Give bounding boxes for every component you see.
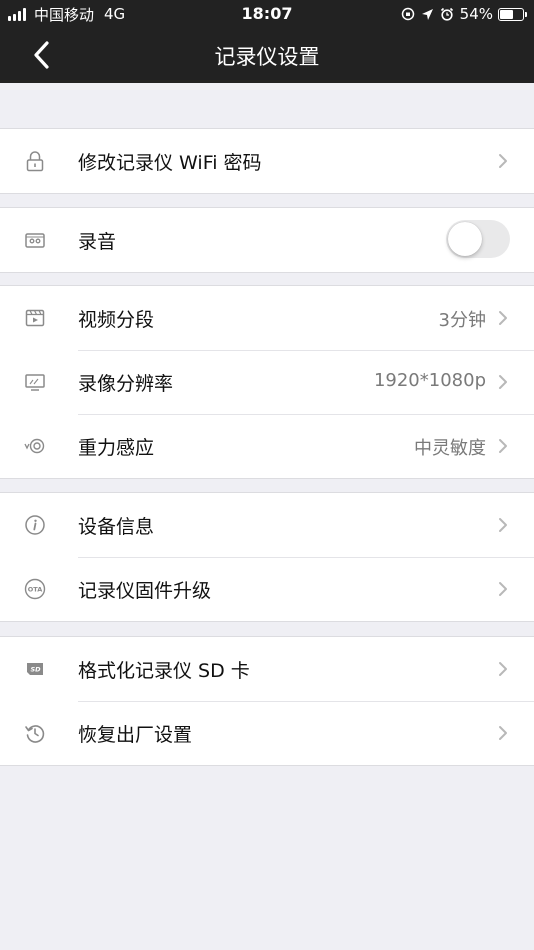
row-video-segment[interactable]: 视频分段 3分钟 xyxy=(0,286,534,350)
gravity-sensor-icon xyxy=(24,438,45,454)
row-label: 记录仪固件升级 xyxy=(78,580,212,602)
row-value: 3分钟 xyxy=(438,310,486,331)
row-value: 1920*1080p xyxy=(373,370,486,391)
row-label: 重力感应 xyxy=(78,437,155,459)
video-clip-icon xyxy=(25,309,45,327)
ota-icon-text: OTA xyxy=(28,586,43,594)
top-bar: 中国移动 4G 18:07 54% 记录仪设置 xyxy=(0,0,534,83)
row-gravity-sensor[interactable]: 重力感应 中灵敏度 xyxy=(0,414,534,478)
cassette-icon xyxy=(25,233,45,248)
row-label: 设备信息 xyxy=(78,516,155,538)
chevron-right-icon xyxy=(499,439,507,453)
row-label: 视频分段 xyxy=(78,309,155,331)
toggle-knob xyxy=(448,222,482,256)
settings-group-device: 设备信息 OTA 记录仪固件升级 xyxy=(0,492,534,622)
settings-group-storage: SD 格式化记录仪 SD 卡 恢复出厂设置 xyxy=(0,636,534,766)
row-audio-recording: 录音 xyxy=(0,208,534,272)
battery-icon xyxy=(498,7,527,21)
chevron-right-icon xyxy=(499,726,507,740)
ota-icon: OTA xyxy=(24,578,46,600)
chevron-right-icon xyxy=(499,311,507,325)
chevron-right-icon xyxy=(499,662,507,676)
nav-bar: 记录仪设置 xyxy=(0,28,534,83)
row-label: 格式化记录仪 SD 卡 xyxy=(78,660,250,682)
chevron-right-icon xyxy=(499,375,507,389)
settings-group-video: 视频分段 3分钟 录像分辨率 1920*1080p 重力感应 中灵敏度 xyxy=(0,285,534,479)
chevron-right-icon xyxy=(499,154,507,168)
status-right: 54% xyxy=(401,4,527,24)
info-icon xyxy=(25,515,45,535)
settings-group-wifi: 修改记录仪 WiFi 密码 xyxy=(0,128,534,194)
settings-group-audio: 录音 xyxy=(0,207,534,273)
alarm-icon xyxy=(440,7,453,21)
page-title: 记录仪设置 xyxy=(214,45,320,69)
row-video-resolution[interactable]: 录像分辨率 1920*1080p xyxy=(0,350,534,414)
location-arrow-icon xyxy=(421,8,433,20)
row-label: 录音 xyxy=(78,231,117,253)
restore-icon xyxy=(25,725,45,743)
chevron-right-icon xyxy=(499,518,507,532)
row-wifi-password[interactable]: 修改记录仪 WiFi 密码 xyxy=(0,129,534,193)
lock-icon xyxy=(26,151,44,172)
chevron-right-icon xyxy=(499,582,507,596)
row-format-sd[interactable]: SD 格式化记录仪 SD 卡 xyxy=(0,637,534,701)
status-bar: 中国移动 4G 18:07 54% xyxy=(0,0,534,28)
battery-percent: 54% xyxy=(459,5,493,23)
sd-icon-text: SD xyxy=(30,666,41,674)
monitor-icon xyxy=(25,374,45,391)
audio-toggle[interactable] xyxy=(446,220,510,258)
sd-card-icon: SD xyxy=(27,663,43,675)
row-device-info[interactable]: 设备信息 xyxy=(0,493,534,557)
row-label: 录像分辨率 xyxy=(78,373,174,395)
row-factory-reset[interactable]: 恢复出厂设置 xyxy=(0,701,534,765)
rotation-lock-icon xyxy=(401,7,414,21)
row-firmware-upgrade[interactable]: OTA 记录仪固件升级 xyxy=(0,557,534,621)
row-value: 中灵敏度 xyxy=(414,438,486,459)
row-label: 修改记录仪 WiFi 密码 xyxy=(78,152,262,174)
row-label: 恢复出厂设置 xyxy=(78,724,193,746)
